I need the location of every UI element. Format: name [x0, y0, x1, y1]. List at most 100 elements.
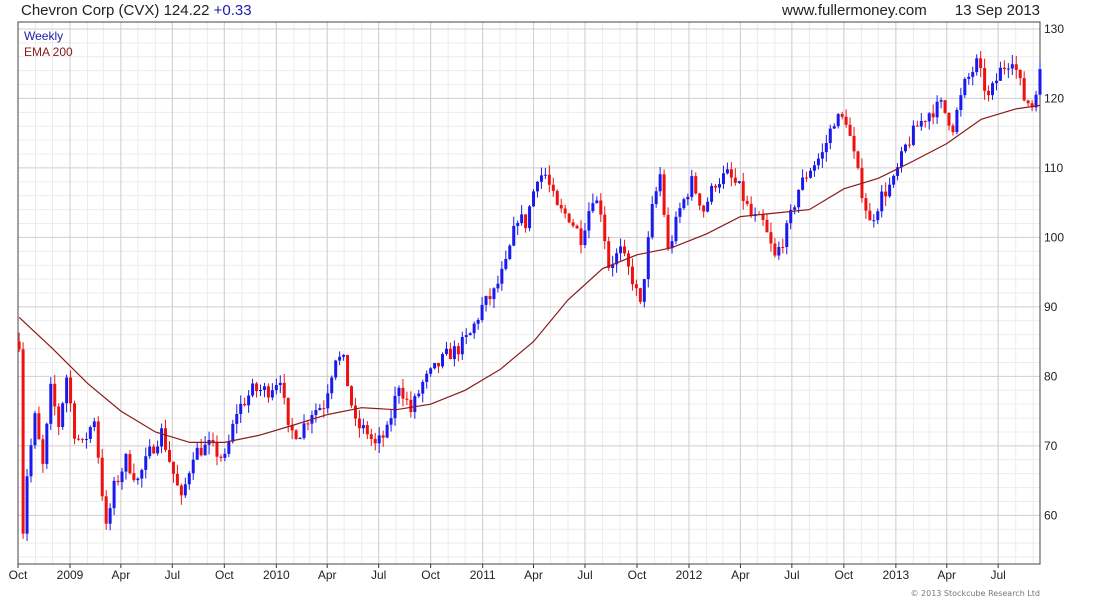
price-chart: 60 70 80 90 100 110 120 130 Oct 2009 Apr Jul Oct 2010… — [9, 21, 1064, 582]
candle-down — [405, 398, 409, 400]
candle-up — [816, 158, 820, 166]
candle-up — [270, 390, 274, 398]
candle-up — [654, 191, 658, 205]
candle-up — [393, 395, 397, 419]
candle-down — [488, 296, 492, 300]
x-tick-label: Jul — [990, 568, 1005, 582]
candle-down — [864, 198, 868, 211]
candle-down — [603, 214, 607, 242]
y-tick-label: 130 — [1044, 22, 1064, 36]
candle-up — [967, 76, 971, 79]
candle-up — [793, 207, 797, 210]
candle-up — [737, 181, 741, 183]
candle-up — [880, 191, 884, 212]
candle-up — [417, 393, 421, 397]
candle-up — [797, 189, 801, 208]
candle-up — [144, 456, 148, 470]
candle-down — [931, 113, 935, 118]
candle-up — [88, 427, 92, 439]
candle-up — [706, 201, 710, 212]
candle-down — [96, 421, 100, 458]
candle-up — [820, 152, 824, 159]
candle-up — [61, 403, 65, 427]
candle-down — [373, 439, 377, 444]
y-tick-label: 100 — [1044, 230, 1064, 244]
candle-up — [195, 447, 199, 460]
candle-up — [492, 288, 496, 300]
x-tick-label: Apr — [937, 568, 956, 582]
candle-up — [1010, 64, 1014, 69]
candle-up — [318, 408, 322, 410]
candle-down — [37, 413, 41, 440]
candle-down — [745, 200, 749, 204]
x-tick-label: Oct — [215, 568, 234, 582]
candle-down — [1026, 100, 1030, 104]
candle-down — [41, 439, 45, 464]
candle-down — [607, 241, 611, 268]
candle-down — [983, 68, 987, 91]
candle-up — [725, 169, 729, 174]
candle-up — [92, 421, 96, 428]
candle-down — [286, 397, 290, 425]
candle-up — [314, 409, 318, 416]
candle-down — [21, 349, 25, 534]
candle-down — [69, 377, 73, 404]
candle-up — [29, 445, 33, 477]
candle-up — [239, 403, 243, 415]
candle-down — [575, 225, 579, 229]
candle-up — [1006, 68, 1010, 70]
candle-up — [425, 373, 429, 382]
candle-up — [120, 471, 124, 483]
candle-up — [33, 413, 37, 446]
candle-down — [76, 438, 80, 440]
candle-down — [547, 174, 551, 185]
candle-down — [634, 284, 638, 289]
candle-up — [65, 377, 69, 404]
x-tick-label: Apr — [524, 568, 543, 582]
candle-down — [698, 193, 702, 206]
candle-up — [108, 508, 112, 524]
candle-up — [646, 237, 650, 280]
candle-down — [987, 90, 991, 96]
candle-down — [915, 125, 919, 127]
candle-down — [171, 461, 175, 474]
candle-up — [338, 356, 342, 361]
candle-up — [955, 109, 959, 133]
candle-down — [852, 135, 856, 152]
candle-down — [741, 181, 745, 201]
candle-down — [630, 266, 634, 285]
candle-down — [104, 496, 108, 524]
candle-up — [251, 383, 255, 396]
candle-up — [227, 441, 231, 454]
x-tick-label: 2012 — [676, 568, 703, 582]
candle-up — [84, 438, 88, 440]
candle-down — [868, 210, 872, 221]
x-tick-label: Oct — [835, 568, 854, 582]
candle-up — [397, 387, 401, 396]
candle-down — [1014, 64, 1018, 70]
candle-down — [152, 446, 156, 454]
candle-up — [429, 368, 433, 374]
candle-down — [116, 480, 120, 483]
candle-down — [626, 253, 630, 267]
candle-up — [911, 125, 915, 145]
candle-up — [543, 174, 547, 176]
candle-up — [140, 469, 144, 479]
candle-down — [923, 120, 927, 122]
candle-down — [294, 430, 298, 440]
candle-up — [812, 165, 816, 171]
candle-up — [433, 363, 437, 369]
candle-down — [702, 205, 706, 212]
candle-down — [448, 348, 452, 360]
candle-up — [935, 101, 939, 118]
y-tick-label: 70 — [1044, 439, 1058, 453]
candle-up — [650, 204, 654, 238]
candle-up — [262, 386, 266, 390]
candle-up — [278, 382, 282, 386]
candle-up — [25, 476, 29, 534]
candle-up — [148, 446, 152, 457]
candle-up — [828, 128, 832, 144]
candle-up — [587, 211, 591, 231]
candle-up — [468, 333, 472, 336]
candle-up — [421, 381, 425, 394]
